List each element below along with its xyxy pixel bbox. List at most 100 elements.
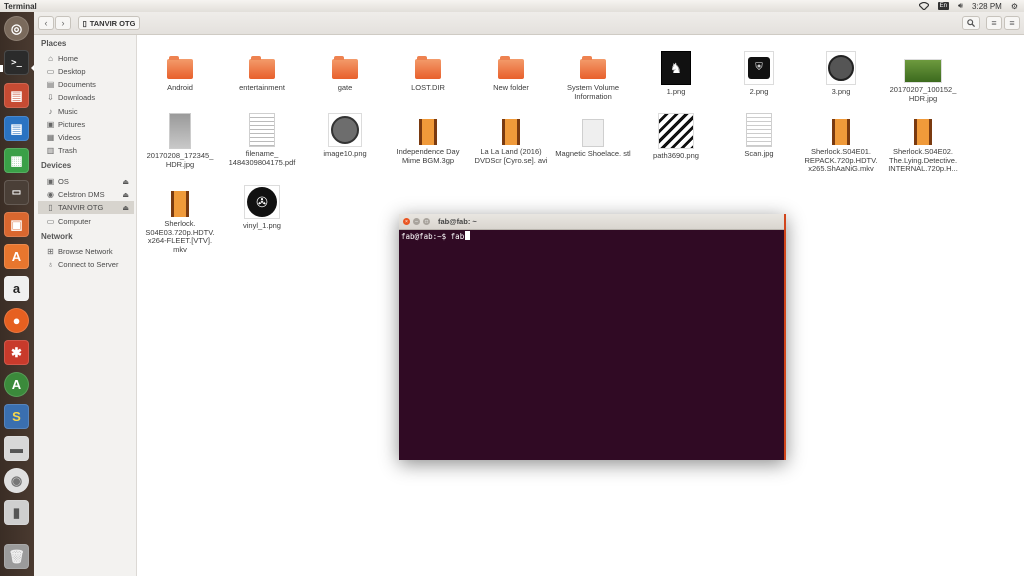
file-item[interactable]: image10.png <box>305 113 385 159</box>
drive-icon[interactable]: ▬ <box>4 436 29 461</box>
sidebar-item-music[interactable]: ♪ Music <box>38 105 134 118</box>
disc-icon[interactable]: ◉ <box>4 468 29 493</box>
file-item[interactable]: ⛨ 2.png <box>719 51 799 97</box>
list-view-button[interactable]: ≡ <box>986 16 1002 30</box>
eject-icon[interactable]: ⏏ <box>122 204 129 212</box>
photo-thumbnail <box>904 59 942 83</box>
eject-icon[interactable]: ⏏ <box>122 191 129 199</box>
file-item[interactable]: Sherlock.S04E01. REPACK.720p.HDTV. x265.… <box>801 113 881 174</box>
sidebar-item-desktop[interactable]: ▭ Desktop <box>38 65 134 78</box>
file-item[interactable]: ✇ vinyl_1.png <box>222 185 302 231</box>
file-item[interactable]: 3.png <box>801 51 881 97</box>
video-icon <box>914 119 932 145</box>
window-icon[interactable]: ▭ <box>4 180 29 205</box>
file-icon <box>582 119 604 147</box>
folder-icon <box>332 56 358 79</box>
music-icon: ♪ <box>48 107 53 116</box>
video-icon <box>502 119 520 145</box>
eject-icon[interactable]: ⏏ <box>122 178 129 186</box>
keyboard-layout-indicator[interactable]: En <box>937 2 949 10</box>
file-item[interactable]: Sherlock.S04E02. The.Lying.Detective. IN… <box>883 113 963 174</box>
forward-button[interactable]: › <box>55 16 71 30</box>
file-item[interactable]: ♞ 1.png <box>636 51 716 97</box>
amazon-icon[interactable]: a <box>4 276 29 301</box>
writer-icon[interactable]: ▤ <box>4 116 29 141</box>
firefox-icon[interactable]: ● <box>4 308 29 333</box>
folder-icon <box>498 56 524 79</box>
video-icon <box>419 119 437 145</box>
sidebar-item-celstron-dms[interactable]: ◉ Celstron DMS ⏏ <box>38 188 134 201</box>
sidebar-item-trash[interactable]: ▥ Trash <box>38 144 134 157</box>
sidebar-item-computer[interactable]: ▭ Computer <box>38 215 134 228</box>
file-item[interactable]: Independence Day Mime BGM.3gp <box>388 113 468 165</box>
trash-icon[interactable]: 🗑︎ <box>4 544 29 569</box>
terminal-window[interactable]: × – □ fab@fab: ~ fab@fab:~$ fab <box>399 214 786 460</box>
list-icon: ≡ <box>991 18 997 28</box>
sidebar-item-videos[interactable]: ▦ Videos <box>38 131 134 144</box>
usb-icon: ▯ <box>48 203 53 212</box>
software-center-icon[interactable]: A <box>4 244 29 269</box>
file-item[interactable]: 20170208_172345_ HDR.jpg <box>140 113 220 169</box>
image-thumbnail: ♞ <box>661 51 691 85</box>
sidebar-item-pictures[interactable]: ▣ Pictures <box>38 118 134 131</box>
file-item[interactable]: System Volume Information <box>553 51 633 101</box>
back-button[interactable]: ‹ <box>38 16 54 30</box>
file-item[interactable]: gate <box>305 51 385 93</box>
photo-thumbnail <box>169 113 191 149</box>
sidebar-item-connect-to-server[interactable]: ♁ Connect to Server <box>38 258 134 271</box>
terminal-icon[interactable]: >_ <box>4 50 29 75</box>
launcher: ◎ >_ ▤ ▤ ▦ ▭ ▣ A a ● ✱ A S ▬ ◉ ▮ 🗑︎ <box>0 12 35 576</box>
menu-button[interactable]: ≡ <box>1004 16 1020 30</box>
sidebar-item-downloads[interactable]: ⇩ Downloads <box>38 91 134 104</box>
pictures-icon: ▣ <box>46 120 55 129</box>
home-icon: ⌂ <box>48 54 53 63</box>
file-manager-toolbar: ‹ › ▯ TANVIR OTG ≡ ≡ <box>34 12 1024 35</box>
sidebar-item-documents[interactable]: ▤ Documents <box>38 78 134 91</box>
gear-icon[interactable]: ⚙ <box>1011 2 1018 11</box>
folder-icon <box>415 56 441 79</box>
close-icon[interactable]: × <box>403 218 410 225</box>
path-bar-button[interactable]: ▯ TANVIR OTG <box>78 16 140 30</box>
terminal-title: fab@fab: ~ <box>438 217 477 226</box>
file-item[interactable]: filename_ 1484309804175.pdf <box>222 113 302 167</box>
file-item[interactable]: LOST.DIR <box>388 51 468 93</box>
folder-icon <box>249 56 275 79</box>
update-manager-icon[interactable]: A <box>4 372 29 397</box>
volume-icon[interactable]: 🔊︎ <box>958 1 963 11</box>
clock[interactable]: 3:28 PM <box>972 2 1002 11</box>
sidebar-item-home[interactable]: ⌂ Home <box>38 52 134 65</box>
file-item[interactable]: Sherlock. S04E03.720p.HDTV. x264-FLEET.[… <box>140 191 220 254</box>
file-item[interactable]: entertainment <box>222 51 302 93</box>
image-thumbnail <box>826 51 856 85</box>
terminal-titlebar[interactable]: × – □ fab@fab: ~ <box>399 214 784 230</box>
sidebar-item-tanvir-otg[interactable]: ▯ TANVIR OTG ⏏ <box>38 201 134 214</box>
drive-icon: ▣ <box>46 177 55 186</box>
wifi-icon[interactable] <box>918 2 929 10</box>
network-icon: ⊞ <box>47 247 54 256</box>
search-button[interactable] <box>962 16 980 30</box>
file-item[interactable]: Magnetic Shoelace. stl <box>553 113 633 159</box>
file-item[interactable]: Android <box>140 51 220 93</box>
download-icon: ⇩ <box>47 93 54 102</box>
folder-icon <box>167 56 193 79</box>
maximize-icon[interactable]: □ <box>423 218 430 225</box>
sidebar-item-browse-network[interactable]: ⊞ Browse Network <box>38 245 134 258</box>
file-item[interactable]: path3690.png <box>636 113 716 161</box>
document-thumbnail <box>746 113 772 147</box>
file-item[interactable]: 20170207_100152_ HDR.jpg <box>883 51 963 103</box>
impress-icon[interactable]: ▣ <box>4 212 29 237</box>
file-item[interactable]: Scan.jpg <box>719 113 799 159</box>
python-icon[interactable]: S <box>4 404 29 429</box>
terminal-output[interactable]: fab@fab:~$ fab <box>401 231 471 241</box>
devices-header: Devices <box>41 161 72 170</box>
sidebar-item-os[interactable]: ▣ OS ⏏ <box>38 175 134 188</box>
usb-drive-icon[interactable]: ▮ <box>4 500 29 525</box>
minimize-icon[interactable]: – <box>413 218 420 225</box>
file-item[interactable]: New folder <box>471 51 551 93</box>
settings-icon[interactable]: ✱ <box>4 340 29 365</box>
dash-home-icon[interactable]: ◎ <box>4 16 29 41</box>
image-thumbnail: ⛨ <box>744 51 774 85</box>
file-item[interactable]: La La Land (2016) DVDScr [Cyro.se]. avi <box>471 113 551 165</box>
calc-icon[interactable]: ▦ <box>4 148 29 173</box>
files-icon[interactable]: ▤ <box>4 83 29 108</box>
